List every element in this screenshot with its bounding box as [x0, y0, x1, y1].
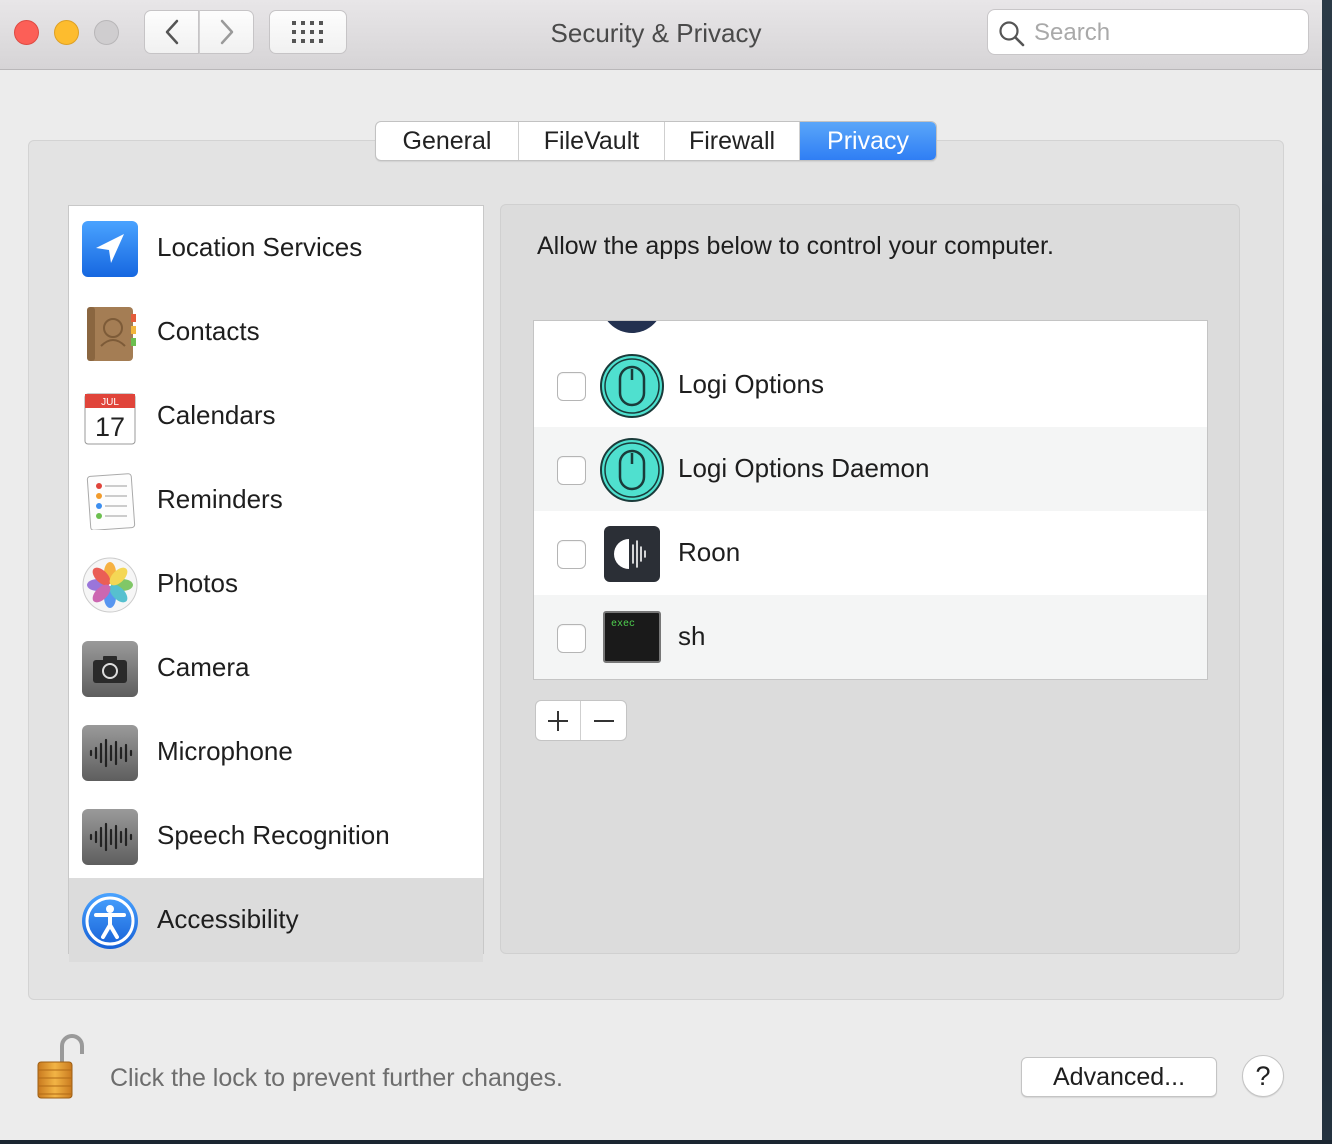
minimize-window-button[interactable]: [54, 20, 79, 45]
roon-icon: [604, 526, 660, 582]
category-label: Camera: [157, 652, 250, 682]
help-button[interactable]: ?: [1242, 1055, 1284, 1097]
location-arrow-icon: [82, 221, 138, 277]
category-label: Speech Recognition: [157, 820, 390, 850]
contacts-book-icon: [87, 307, 136, 361]
category-label: Contacts: [157, 316, 260, 346]
speech-waveform-icon: [82, 809, 138, 865]
logi-mouse-icon: [600, 354, 664, 418]
show-all-button[interactable]: [269, 10, 347, 54]
add-remove-control: [535, 700, 627, 741]
category-calendars[interactable]: JUL 17 Calendars: [69, 374, 483, 458]
category-label: Microphone: [157, 736, 293, 766]
app-name: Logi Options: [678, 369, 824, 399]
chevron-right-icon: [220, 19, 233, 45]
remove-app-button[interactable]: [581, 701, 626, 740]
app-name: sh: [678, 621, 706, 651]
zoom-window-button[interactable]: [94, 20, 119, 45]
camera-icon: [82, 641, 138, 697]
category-microphone[interactable]: Microphone: [69, 710, 483, 794]
chevron-left-icon: [165, 19, 178, 45]
app-checkbox[interactable]: [557, 624, 586, 653]
security-privacy-window: Security & Privacy Search General FileVa…: [0, 0, 1322, 1140]
category-label: Calendars: [157, 400, 276, 430]
search-icon: [999, 21, 1025, 47]
category-label: Reminders: [157, 484, 283, 514]
search-field[interactable]: Search: [987, 9, 1309, 55]
list-item[interactable]: exec sh: [534, 595, 1207, 679]
accessibility-icon: [82, 893, 138, 949]
category-accessibility[interactable]: Accessibility: [69, 878, 483, 962]
calendar-day: 17: [95, 412, 125, 442]
list-item[interactable]: Roon: [534, 511, 1207, 595]
desktop-background-bottom: [0, 1140, 1332, 1144]
logi-mouse-icon: [600, 438, 664, 502]
microphone-waveform-icon: [82, 725, 138, 781]
terminal-exec-icon: exec: [603, 611, 661, 663]
app-icon-partial: [607, 321, 657, 333]
app-checkbox[interactable]: [557, 540, 586, 569]
tab-bar: General FileVault Firewall Privacy: [375, 121, 937, 161]
close-window-button[interactable]: [14, 20, 39, 45]
app-checkbox[interactable]: [557, 372, 586, 401]
privacy-category-list: Location Services Contacts JUL 17 Calend…: [68, 205, 484, 962]
app-name: Logi Options Daemon: [678, 453, 930, 483]
unlocked-padlock-icon[interactable]: [34, 1032, 90, 1102]
panel-description: Allow the apps below to control your com…: [537, 232, 1054, 260]
advanced-button[interactable]: Advanced...: [1021, 1057, 1217, 1097]
grid-icon: [292, 21, 323, 43]
forward-button[interactable]: [199, 10, 254, 54]
plus-icon: [548, 710, 568, 731]
app-permission-list[interactable]: Logi Options Logi Options Daemon Roon ex…: [533, 320, 1208, 680]
lock-message: Click the lock to prevent further change…: [110, 1064, 564, 1092]
list-item[interactable]: Logi Options: [534, 343, 1207, 427]
category-speech-recognition[interactable]: Speech Recognition: [69, 794, 483, 878]
tab-general[interactable]: General: [376, 122, 519, 160]
list-item[interactable]: Logi Options Daemon: [534, 427, 1207, 511]
category-contacts[interactable]: Contacts: [69, 290, 483, 374]
minus-icon: [593, 719, 614, 722]
desktop-background: [1322, 0, 1332, 1144]
category-camera[interactable]: Camera: [69, 626, 483, 710]
add-app-button[interactable]: [536, 701, 581, 740]
calendar-icon: JUL 17: [84, 393, 136, 445]
app-name: Roon: [678, 537, 741, 567]
app-checkbox[interactable]: [557, 456, 586, 485]
list-item-partial: [534, 321, 1207, 343]
window-title: Security & Privacy: [550, 18, 762, 48]
category-label: Photos: [157, 568, 238, 598]
title-bar: Security & Privacy Search: [0, 0, 1322, 70]
category-reminders[interactable]: Reminders: [69, 458, 483, 542]
terminal-exec-label: exec: [611, 619, 635, 630]
calendar-month: JUL: [101, 397, 119, 408]
category-label: Accessibility: [157, 904, 299, 934]
tab-firewall[interactable]: Firewall: [665, 122, 800, 160]
category-label: Location Services: [157, 232, 363, 262]
back-button[interactable]: [144, 10, 199, 54]
category-location-services[interactable]: Location Services: [69, 206, 483, 290]
photos-flower-icon: [82, 557, 138, 613]
reminders-list-icon: [86, 473, 136, 530]
tab-filevault[interactable]: FileVault: [519, 122, 665, 160]
tab-privacy[interactable]: Privacy: [800, 122, 936, 160]
category-photos[interactable]: Photos: [69, 542, 483, 626]
search-placeholder: Search: [1034, 19, 1111, 46]
